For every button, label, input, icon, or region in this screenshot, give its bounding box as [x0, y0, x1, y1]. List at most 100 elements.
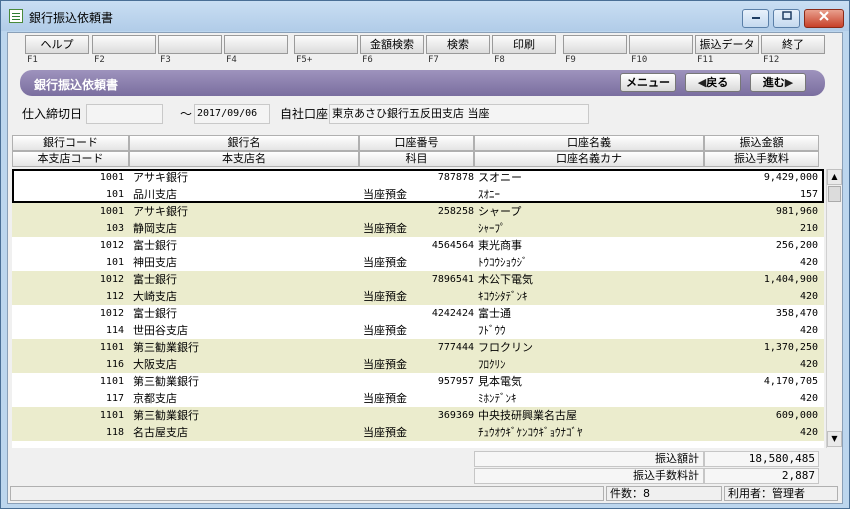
col-kana: 口座名義カナ — [474, 151, 704, 167]
branch-name: 世田谷支店 — [133, 324, 188, 337]
back-button[interactable]: ◀戻る — [685, 73, 741, 92]
fkey-f10: F10 — [629, 35, 693, 65]
fee: 420 — [799, 325, 818, 336]
table-row[interactable]: 1001 アサキ銀行 258258 シャープ 981,960 — [12, 203, 824, 220]
branch-name: 名古屋支店 — [133, 426, 188, 439]
col-bank-name: 銀行名 — [129, 135, 359, 151]
bank-name: 富士銀行 — [133, 273, 177, 286]
app-window: 銀行振込依頼書 ヘルプ F1 F2 F3 F4 F5+ 金額検索 F6 検索 F… — [0, 0, 850, 509]
exit-button[interactable]: 終了 — [761, 35, 825, 54]
table-row[interactable]: 101 神田支店 当座預金 ﾄｳｺｳｼｮｳｼﾞ 420 — [12, 254, 824, 271]
cutoff-from-field[interactable] — [86, 104, 163, 124]
branch-code: 114 — [105, 325, 124, 336]
branch-name: 大崎支店 — [133, 290, 177, 303]
status-message — [10, 486, 604, 501]
bank-code: 1101 — [99, 410, 124, 421]
minimize-icon — [751, 17, 760, 19]
fee: 420 — [799, 427, 818, 438]
f4-button[interactable] — [224, 35, 288, 54]
table-row[interactable]: 103 静岡支店 当座預金 ｼｬｰﾌﾟ 210 — [12, 220, 824, 237]
fkey-number: F9 — [565, 55, 576, 65]
bank-name: アサキ銀行 — [133, 171, 188, 184]
fkey-number: F11 — [697, 55, 714, 65]
table-row[interactable]: 112 大崎支店 当座預金 ｷｺｳｼﾀﾃﾞﾝｷ 420 — [12, 288, 824, 305]
holder: 富士通 — [478, 307, 511, 320]
fee: 420 — [799, 393, 818, 404]
amount: 981,960 — [775, 206, 818, 217]
table-row[interactable]: 116 大阪支店 当座預金 ﾌﾛｸﾘﾝ 420 — [12, 356, 824, 373]
holder: 中央技研興業名古屋 — [478, 409, 577, 422]
account-no: 4242424 — [431, 308, 474, 319]
menu-button[interactable]: メニュー — [620, 73, 676, 92]
amount: 256,200 — [775, 240, 818, 251]
search-button[interactable]: 検索 — [426, 35, 490, 54]
title-bar: 銀行振込依頼書 — [1, 1, 849, 31]
fkey-number: F8 — [494, 55, 505, 65]
vertical-scrollbar[interactable]: ▲ ▼ — [826, 169, 842, 448]
bank-code: 1101 — [99, 376, 124, 387]
next-button[interactable]: 進む▶ — [750, 73, 806, 92]
bank-name: アサキ銀行 — [133, 205, 188, 218]
scroll-down-icon[interactable]: ▼ — [827, 431, 842, 447]
f5-button[interactable] — [294, 35, 358, 54]
table-row[interactable]: 1012 富士銀行 4242424 富士通 358,470 — [12, 305, 824, 322]
account-label: 自社口座 — [280, 107, 329, 121]
col-amount: 振込金額 — [704, 135, 819, 151]
page-title: 銀行振込依頼書 — [34, 78, 119, 92]
transfer-data-button[interactable]: 振込データ — [695, 35, 759, 54]
table-row[interactable]: 101 品川支店 当座預金 ｽｵﾆｰ 157 — [12, 186, 824, 203]
amount-search-button[interactable]: 金額検索 — [360, 35, 424, 54]
account-no: 258258 — [437, 206, 474, 217]
subject: 当座預金 — [363, 426, 407, 439]
branch-code: 101 — [105, 257, 124, 268]
holder: スオニー — [478, 171, 522, 184]
f3-button[interactable] — [158, 35, 222, 54]
table-row[interactable]: 1101 第三勧業銀行 957957 見本電気 4,170,705 — [12, 373, 824, 390]
fee-total-value: 2,887 — [704, 468, 819, 484]
f2-button[interactable] — [92, 35, 156, 54]
fkey-f2: F2 — [92, 35, 156, 65]
amount: 609,000 — [775, 410, 818, 421]
table-row[interactable]: 1012 富士銀行 7896541 木公下電気 1,404,900 — [12, 271, 824, 288]
kana: ﾌﾄﾞｳｳ — [478, 324, 506, 337]
help-button[interactable]: ヘルプ — [25, 35, 89, 54]
company-account-field[interactable]: 東京あさひ銀行五反田支店 当座 — [329, 104, 589, 124]
fkey-f3: F3 — [158, 35, 222, 65]
maximize-button[interactable] — [773, 9, 800, 28]
fee: 157 — [799, 189, 818, 200]
table-row[interactable]: 117 京都支店 当座預金 ﾐﾎﾝﾃﾞﾝｷ 420 — [12, 390, 824, 407]
next-arrow-icon: ▶ — [784, 76, 794, 89]
col-branch-code: 本支店コード — [12, 151, 129, 167]
fkey-number: F3 — [160, 55, 171, 65]
scroll-thumb[interactable] — [828, 186, 841, 202]
bank-code: 1001 — [99, 206, 124, 217]
scroll-up-icon[interactable]: ▲ — [827, 169, 842, 185]
fkey-number: F1 — [27, 55, 38, 65]
col-branch-name: 本支店名 — [129, 151, 359, 167]
f9-button[interactable] — [563, 35, 627, 54]
cutoff-label: 仕入締切日 — [22, 107, 83, 121]
branch-name: 品川支店 — [133, 188, 177, 201]
next-label: 進む — [762, 76, 785, 89]
amount-total-value: 18,580,485 — [704, 451, 819, 467]
table-row[interactable]: 1001 アサキ銀行 787878 スオニー 9,429,000 — [12, 169, 824, 186]
account-no: 4564564 — [431, 240, 474, 251]
table-row[interactable]: 118 名古屋支店 当座預金 ﾁｭｳｵｳｷﾞｹﾝｺｳｷﾞｮｳﾅｺﾞﾔ 420 — [12, 424, 824, 441]
close-button[interactable] — [804, 9, 844, 28]
bank-name: 富士銀行 — [133, 239, 177, 252]
kana: ﾄｳｺｳｼｮｳｼﾞ — [478, 256, 528, 269]
data-grid: 1001 アサキ銀行 787878 スオニー 9,429,000 101 品川支… — [12, 169, 824, 448]
minimize-button[interactable] — [742, 9, 769, 28]
table-row[interactable]: 1012 富士銀行 4564564 東光商事 256,200 — [12, 237, 824, 254]
cutoff-to-field[interactable]: 2017/09/06 — [194, 104, 270, 124]
subject: 当座預金 — [363, 358, 407, 371]
print-button[interactable]: 印刷 — [492, 35, 556, 54]
table-row[interactable]: 114 世田谷支店 当座預金 ﾌﾄﾞｳｳ 420 — [12, 322, 824, 339]
bank-code: 1001 — [99, 172, 124, 183]
fee: 420 — [799, 291, 818, 302]
f10-button[interactable] — [629, 35, 693, 54]
branch-name: 神田支店 — [133, 256, 177, 269]
table-row[interactable]: 1101 第三勧業銀行 369369 中央技研興業名古屋 609,000 — [12, 407, 824, 424]
table-row[interactable]: 1101 第三勧業銀行 777444 フロクリン 1,370,250 — [12, 339, 824, 356]
bank-code: 1012 — [99, 240, 124, 251]
